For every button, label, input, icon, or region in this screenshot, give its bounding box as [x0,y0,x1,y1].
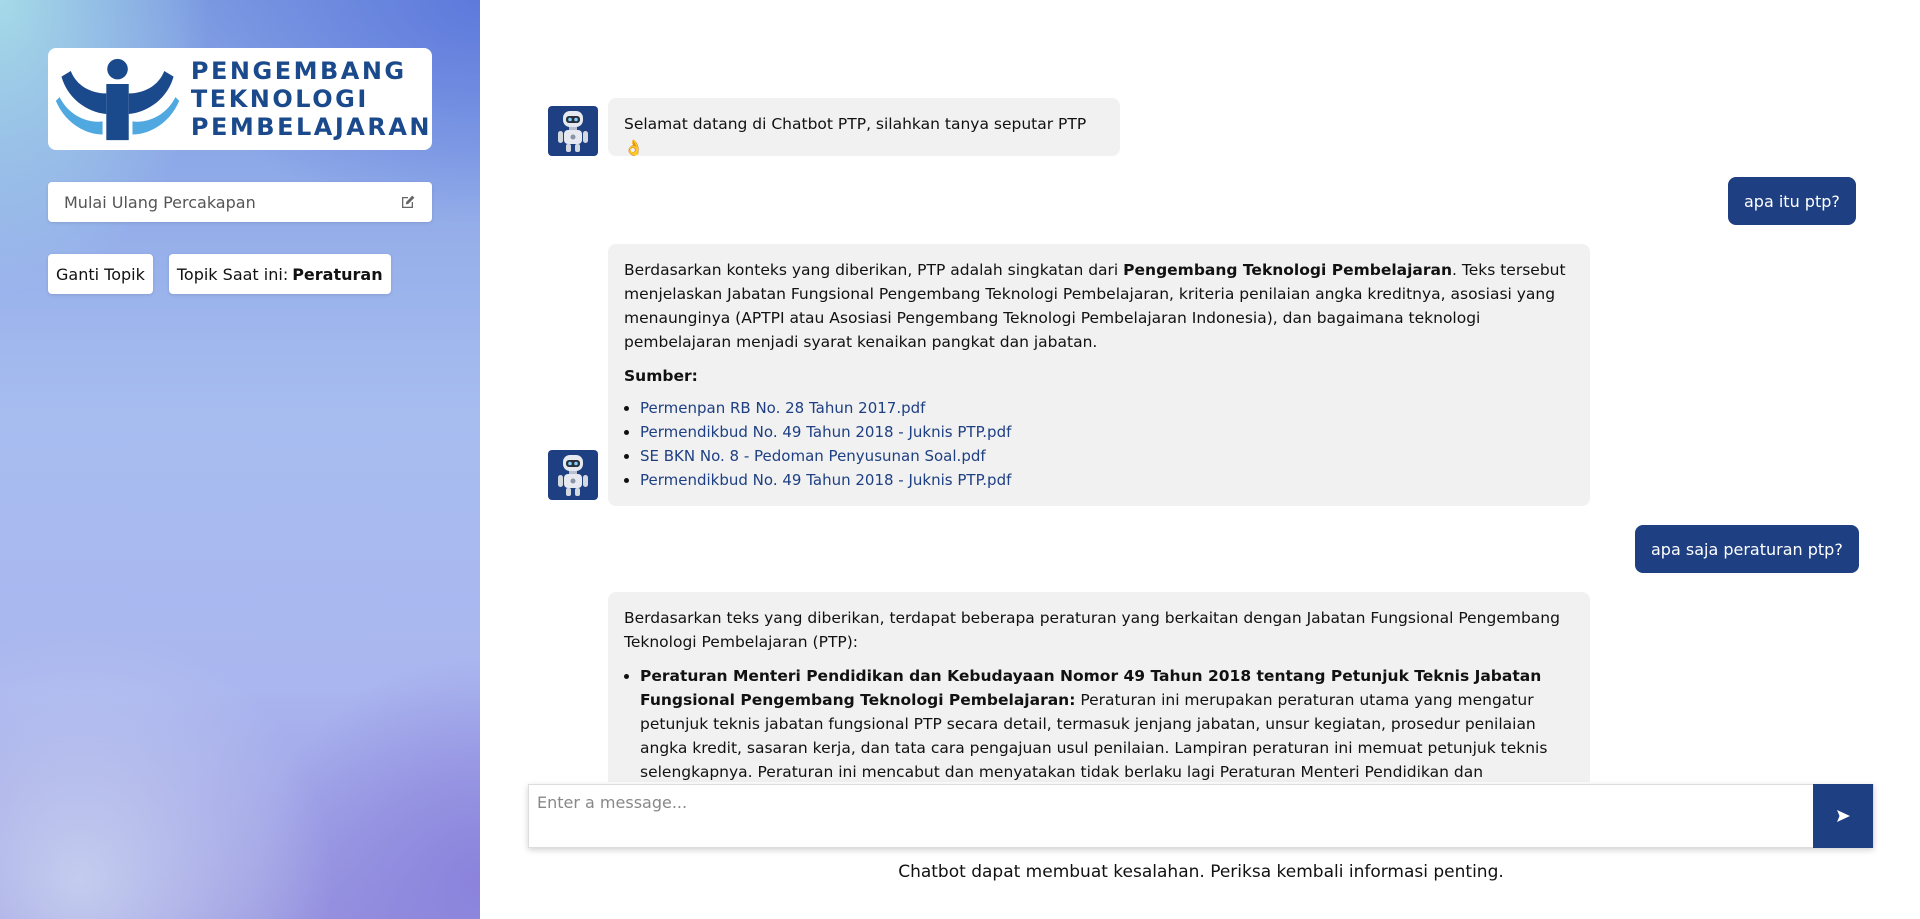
restart-conversation-button[interactable]: Mulai Ulang Percakapan [48,182,432,222]
current-topic-value: Peraturan [292,264,383,284]
bot-message-text: Selamat datang di Chatbot PTP, silahkan … [624,115,1087,157]
user-message-text: apa itu ptp? [1744,191,1840,211]
answer-text: Berdasarkan konteks yang diberikan, PTP … [624,261,1124,279]
answer-bold-text: Pengembang Teknologi Pembelajaran [1123,261,1453,279]
robot-icon [558,111,588,152]
sources-title: Sumber: [624,367,698,385]
disclaimer: Chatbot dapat membuat kesalahan. Periksa… [898,862,1504,882]
user-message: apa saja peraturan ptp? [1635,525,1859,573]
regulations-list: Peraturan Menteri Pendidikan dan Kebuday… [640,664,1574,782]
bot-message-text: Berdasarkan konteks yang diberikan, PTP … [624,258,1574,354]
sources-list: Permenpan RB No. 28 Tahun 2017.pdf Perme… [640,396,1574,492]
source-item: SE BKN No. 8 - Pedoman Penyusunan Soal.p… [640,444,1574,468]
source-item: Permendikbud No. 49 Tahun 2018 - Juknis … [640,468,1574,492]
message-input[interactable] [529,785,1813,819]
change-topic-button[interactable]: Ganti Topik [48,254,153,294]
bot-bubble: Berdasarkan konteks yang diberikan, PTP … [608,244,1590,506]
topic-row: Ganti Topik Topik Saat ini: Peraturan [48,254,391,294]
bot-message: Berdasarkan teks yang diberikan, terdapa… [548,592,1590,782]
bot-message: Berdasarkan konteks yang diberikan, PTP … [548,244,1590,506]
source-item: Permenpan RB No. 28 Tahun 2017.pdf [640,396,1574,420]
source-link[interactable]: Permenpan RB No. 28 Tahun 2017.pdf [640,399,925,417]
current-topic-prefix: Topik Saat ini: [176,264,289,284]
bot-bubble: Selamat datang di Chatbot PTP, silahkan … [608,98,1120,157]
source-link[interactable]: SE BKN No. 8 - Pedoman Penyusunan Soal.p… [640,447,986,465]
bot-avatar [548,450,598,500]
edit-icon [402,195,415,208]
logo-line-2: TEKNOLOGI [190,85,369,113]
chat-log[interactable]: Selamat datang di Chatbot PTP, silahkan … [480,0,1920,782]
send-button[interactable] [1813,784,1873,848]
bot-message: Selamat datang di Chatbot PTP, silahkan … [548,98,1120,157]
message-composer [528,784,1874,848]
logo-line-3: PEMBELAJARAN [190,113,432,141]
bot-bubble: Berdasarkan teks yang diberikan, terdapa… [608,592,1590,782]
user-message-text: apa saja peraturan ptp? [1651,539,1843,559]
logo-text: PENGEMBANG TEKNOLOGI PEMBELAJARAN [191,57,432,141]
restart-label: Mulai Ulang Percakapan [64,192,256,212]
regulation-item: Peraturan Menteri Pendidikan dan Kebuday… [640,664,1574,782]
source-link[interactable]: Permendikbud No. 49 Tahun 2018 - Juknis … [640,423,1011,441]
bot-avatar [548,106,598,156]
bot-message-text: Berdasarkan teks yang diberikan, terdapa… [624,609,1560,651]
logo-mark-icon [55,58,180,141]
logo: PENGEMBANG TEKNOLOGI PEMBELAJARAN [48,48,432,150]
source-item: Permendikbud No. 49 Tahun 2018 - Juknis … [640,420,1574,444]
change-topic-label: Ganti Topik [56,264,145,284]
current-topic-badge: Topik Saat ini: Peraturan [168,254,391,294]
source-link[interactable]: Permendikbud No. 49 Tahun 2018 - Juknis … [640,471,1011,489]
send-icon [1837,810,1850,822]
sidebar: PENGEMBANG TEKNOLOGI PEMBELAJARAN Mulai … [0,0,480,919]
logo-line-1: PENGEMBANG [190,57,407,85]
user-message: apa itu ptp? [1728,177,1856,225]
robot-icon [558,455,588,496]
